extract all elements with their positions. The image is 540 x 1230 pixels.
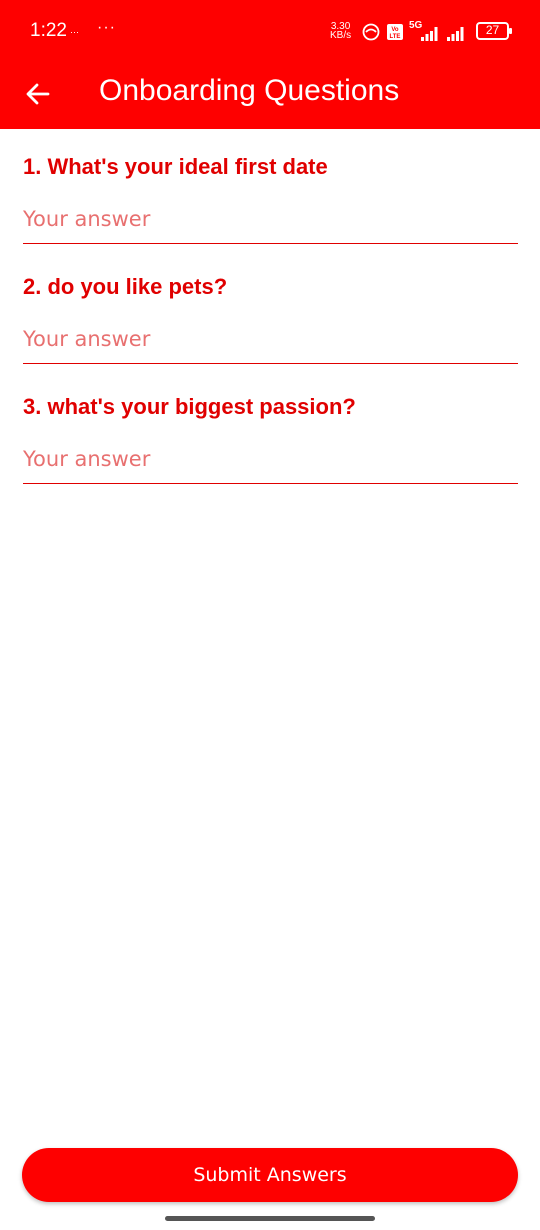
question-3-label: 3. what's your biggest passion? <box>23 394 356 419</box>
status-notification-text: ⋯ <box>70 27 79 37</box>
network-speed-unit: KB/s <box>330 30 352 41</box>
volte-icon: Vo LTE <box>387 24 403 40</box>
svg-text:Vo: Vo <box>391 27 399 33</box>
question-2: 2. do you like pets? <box>23 274 518 364</box>
svg-text:LTE: LTE <box>390 34 401 40</box>
battery-tip <box>509 28 512 34</box>
question-3: 3. what's your biggest passion? <box>23 394 518 484</box>
app-bar: Onboarding Questions <box>0 62 540 129</box>
signal-icon-sim2 <box>447 27 464 41</box>
status-bar: 1:22 ⋯ ··· 3.30 KB/s Vo LTE 5G 27 <box>0 0 540 62</box>
submit-answers-button[interactable]: Submit Answers <box>22 1148 518 1202</box>
battery-level: 27 <box>485 23 500 37</box>
signal-icon-sim1 <box>421 27 438 41</box>
question-1: 1. What's your ideal first date <box>23 154 518 244</box>
question-2-answer-input[interactable] <box>23 324 518 364</box>
question-2-label: 2. do you like pets? <box>23 274 228 299</box>
question-1-label: 1. What's your ideal first date <box>23 154 328 179</box>
hotspot-icon <box>362 23 380 41</box>
status-time: 1:22 <box>30 20 67 41</box>
page-title: Onboarding Questions <box>99 74 400 107</box>
home-indicator[interactable] <box>165 1216 375 1221</box>
network-speed: 3.30 KB/s <box>330 22 352 41</box>
question-1-answer-input[interactable] <box>23 204 518 244</box>
question-3-answer-input[interactable] <box>23 444 518 484</box>
status-more-dots: ··· <box>97 19 116 36</box>
back-arrow-icon[interactable] <box>22 78 54 110</box>
battery-icon: 27 <box>476 22 512 40</box>
